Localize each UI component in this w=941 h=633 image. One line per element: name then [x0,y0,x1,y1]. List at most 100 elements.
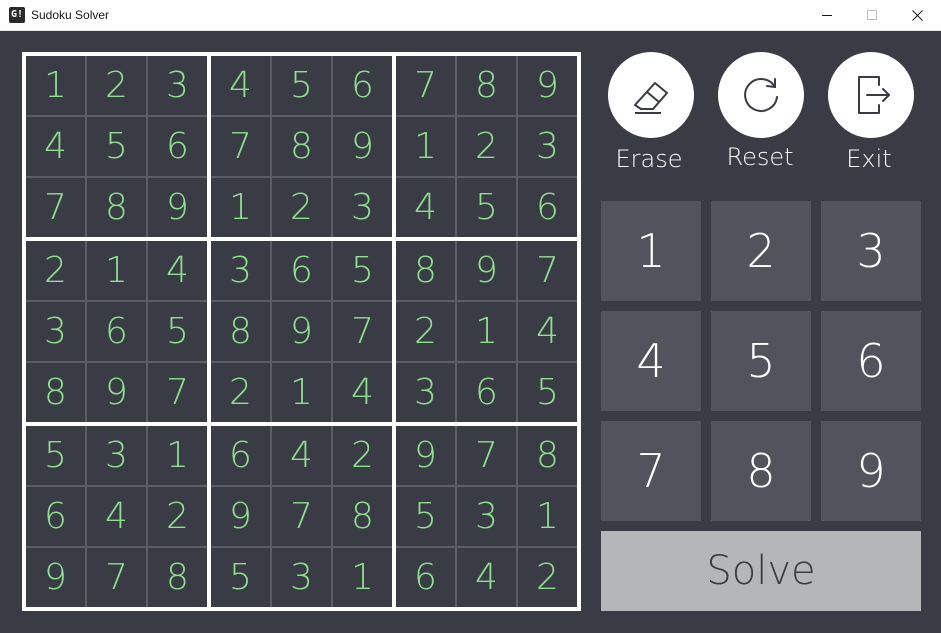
sudoku-cell[interactable]: 4 [211,56,270,115]
key-3[interactable]: 3 [821,201,921,301]
sudoku-cell[interactable]: 8 [457,56,516,115]
sudoku-cell[interactable]: 8 [333,487,392,546]
sudoku-box: 123 456 789 [26,56,207,237]
sudoku-cell[interactable]: 6 [396,548,455,607]
sudoku-board: 1234567894567891237891234562143658973658… [22,52,581,611]
sudoku-cell[interactable]: 9 [457,241,516,300]
sudoku-cell[interactable]: 9 [211,487,270,546]
sudoku-cell[interactable]: 1 [211,178,270,237]
sudoku-cell[interactable]: 1 [87,241,146,300]
sudoku-cell[interactable]: 5 [148,302,207,361]
sudoku-cell[interactable]: 8 [396,241,455,300]
sudoku-cell[interactable]: 2 [333,426,392,485]
sudoku-cell[interactable]: 4 [272,426,331,485]
solve-button[interactable]: Solve [601,531,921,611]
sudoku-cell[interactable]: 2 [272,178,331,237]
key-7[interactable]: 7 [601,421,701,521]
sudoku-cell[interactable]: 4 [148,241,207,300]
key-6[interactable]: 6 [821,311,921,411]
sudoku-cell[interactable]: 1 [333,548,392,607]
sudoku-cell[interactable]: 7 [272,487,331,546]
sudoku-cell[interactable]: 8 [148,548,207,607]
sudoku-cell[interactable]: 6 [272,241,331,300]
sudoku-cell[interactable]: 2 [518,548,577,607]
sudoku-cell[interactable]: 3 [272,548,331,607]
key-1[interactable]: 1 [601,201,701,301]
sudoku-cell[interactable]: 2 [457,117,516,176]
sudoku-cell[interactable]: 2 [26,241,85,300]
sudoku-cell[interactable]: 9 [396,426,455,485]
sudoku-cell[interactable]: 8 [272,117,331,176]
sudoku-cell[interactable]: 6 [333,56,392,115]
reset-button[interactable] [718,52,804,138]
minimize-button[interactable] [804,0,850,31]
sudoku-cell[interactable]: 1 [148,426,207,485]
sudoku-cell[interactable]: 9 [518,56,577,115]
sudoku-cell[interactable]: 8 [87,178,146,237]
sudoku-cell[interactable]: 7 [26,178,85,237]
sudoku-cell[interactable]: 1 [457,302,516,361]
sudoku-cell[interactable]: 1 [26,56,85,115]
sudoku-cell[interactable]: 9 [26,548,85,607]
sudoku-cell[interactable]: 3 [396,363,455,422]
key-9[interactable]: 9 [821,421,921,521]
sudoku-cell[interactable]: 5 [87,117,146,176]
sudoku-cell[interactable]: 5 [26,426,85,485]
sudoku-cell[interactable]: 6 [87,302,146,361]
sudoku-cell[interactable]: 7 [333,302,392,361]
sudoku-cell[interactable]: 8 [518,426,577,485]
sudoku-cell[interactable]: 7 [518,241,577,300]
key-5[interactable]: 5 [711,311,811,411]
sudoku-cell[interactable]: 2 [211,363,270,422]
sudoku-cell[interactable]: 3 [333,178,392,237]
sudoku-cell[interactable]: 3 [26,302,85,361]
sudoku-cell[interactable]: 4 [518,302,577,361]
sudoku-cell[interactable]: 9 [148,178,207,237]
sudoku-cell[interactable]: 6 [457,363,516,422]
key-2[interactable]: 2 [711,201,811,301]
sudoku-cell[interactable]: 8 [26,363,85,422]
sudoku-cell[interactable]: 6 [26,487,85,546]
sudoku-cell[interactable]: 9 [87,363,146,422]
key-4[interactable]: 4 [601,311,701,411]
close-button[interactable] [894,0,940,31]
sudoku-cell[interactable]: 7 [211,117,270,176]
erase-button[interactable] [608,52,694,138]
sudoku-cell[interactable]: 4 [87,487,146,546]
sudoku-cell[interactable]: 2 [87,56,146,115]
sudoku-cell[interactable]: 4 [457,548,516,607]
sudoku-cell[interactable]: 6 [211,426,270,485]
sudoku-cell[interactable]: 4 [26,117,85,176]
app-icon: G! [9,7,25,23]
sudoku-cell[interactable]: 5 [396,487,455,546]
sudoku-cell[interactable]: 5 [272,56,331,115]
sudoku-cell[interactable]: 7 [457,426,516,485]
sudoku-cell[interactable]: 6 [148,117,207,176]
sudoku-cell[interactable]: 1 [272,363,331,422]
sudoku-cell[interactable]: 3 [211,241,270,300]
sudoku-cell[interactable]: 9 [333,117,392,176]
sudoku-cell[interactable]: 7 [87,548,146,607]
exit-button[interactable] [828,52,914,138]
sudoku-cell[interactable]: 1 [518,487,577,546]
sudoku-cell[interactable]: 2 [148,487,207,546]
sudoku-cell[interactable]: 7 [396,56,455,115]
sudoku-cell[interactable]: 4 [396,178,455,237]
sudoku-cell[interactable]: 5 [457,178,516,237]
sudoku-cell[interactable]: 5 [518,363,577,422]
sudoku-cell[interactable]: 5 [211,548,270,607]
sudoku-cell[interactable]: 3 [457,487,516,546]
sudoku-cell[interactable]: 7 [148,363,207,422]
sudoku-cell[interactable]: 1 [396,117,455,176]
sudoku-cell[interactable]: 3 [87,426,146,485]
sudoku-cell[interactable]: 5 [333,241,392,300]
maximize-button[interactable] [849,0,895,31]
sudoku-cell[interactable]: 3 [518,117,577,176]
sudoku-cell[interactable]: 4 [333,363,392,422]
sudoku-cell[interactable]: 6 [518,178,577,237]
key-8[interactable]: 8 [711,421,811,521]
sudoku-cell[interactable]: 3 [148,56,207,115]
sudoku-cell[interactable]: 8 [211,302,270,361]
sudoku-cell[interactable]: 2 [396,302,455,361]
sudoku-cell[interactable]: 9 [272,302,331,361]
